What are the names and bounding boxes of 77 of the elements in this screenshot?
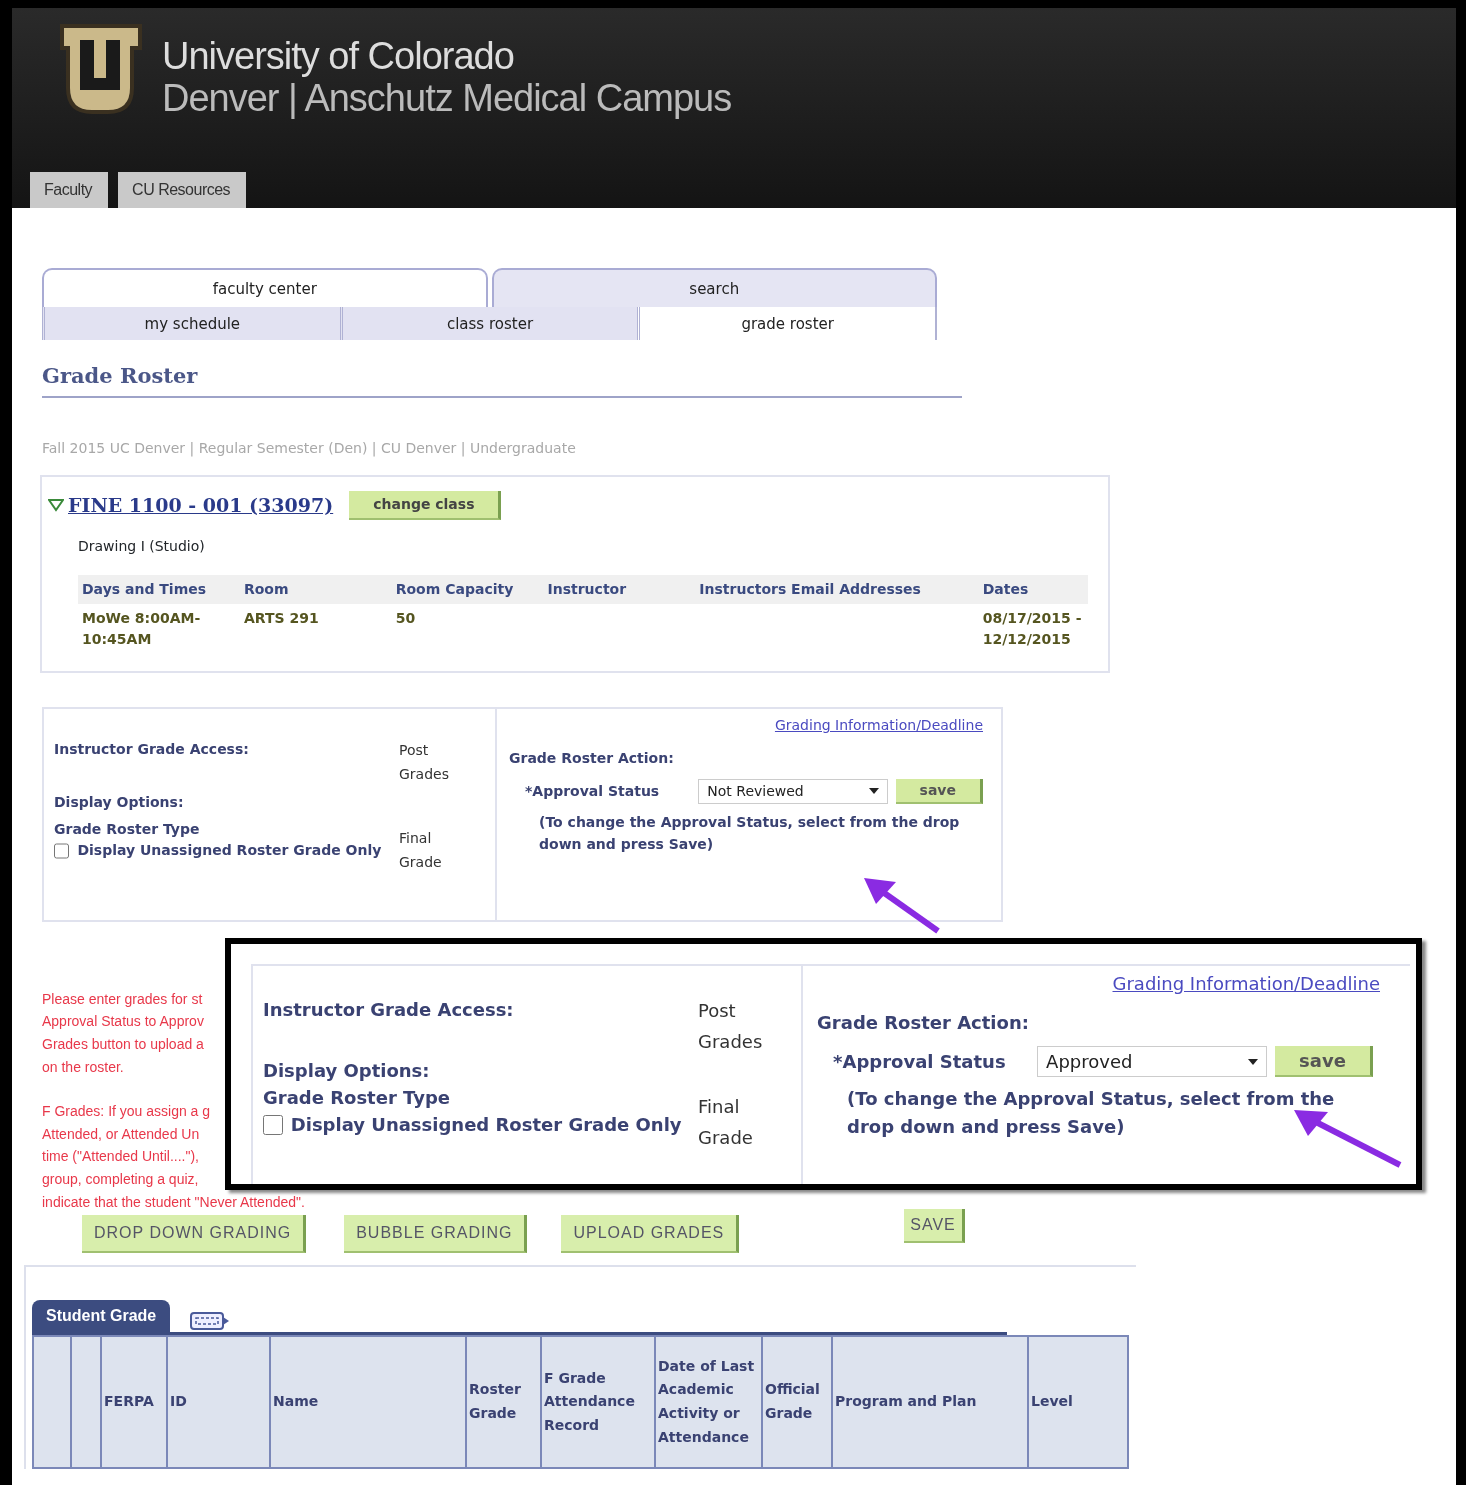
column-header: Instructors Email Addresses — [695, 574, 979, 604]
checkbox-label: Display Unassigned Roster Grade Only — [77, 841, 382, 861]
tab[interactable]: faculty center — [42, 268, 488, 307]
instruction-text: Attended, or Attended Un — [42, 1124, 200, 1144]
instruction-text: Grades button to upload a — [42, 1035, 204, 1055]
instruction-text: group, completing a quiz, — [42, 1170, 199, 1190]
column-header: Dates — [978, 574, 1088, 604]
save-button[interactable]: save — [895, 778, 983, 804]
instruction-text: F Grades: If you assign a g — [42, 1102, 211, 1122]
class-link[interactable]: FINE 1100 - 001 (33097) — [68, 490, 334, 520]
grid-view-icon[interactable] — [190, 1310, 231, 1333]
column-header: Roster Grade — [469, 1381, 521, 1422]
column-header: FERPA — [104, 1393, 154, 1410]
column-header: Instructor — [543, 574, 696, 604]
expand-triangle-icon[interactable] — [48, 498, 64, 512]
grading-button[interactable]: DROP DOWN GRADING — [82, 1215, 307, 1254]
table-cell-text: 08/17/2015 - 12/12/2015 — [982, 608, 1083, 650]
nav-tab[interactable]: Faculty — [30, 172, 109, 208]
change-class-button[interactable]: change class — [349, 490, 502, 520]
save-button[interactable]: save — [1275, 1046, 1373, 1077]
table-cell: MoWe 8:00AM-10:45AM — [82, 609, 201, 648]
column-header: Name — [273, 1393, 319, 1410]
info-link[interactable]: Grading Information/Deadline — [509, 714, 983, 736]
column-header: ID — [170, 1393, 187, 1410]
approval-status-label: *Approval Status — [525, 781, 661, 801]
action-label: Grade Roster Action: — [509, 748, 675, 768]
roster-type-value: Final Grade — [698, 1095, 754, 1150]
roster-type-value: Final Grade — [399, 829, 443, 873]
column-header: Days and Times — [78, 574, 240, 604]
access-value: Post Grades — [399, 740, 450, 784]
site-title: University of Colorado — [162, 36, 515, 78]
tab[interactable]: search — [491, 268, 937, 307]
grading-button[interactable]: UPLOAD GRADES — [561, 1215, 740, 1254]
checkbox[interactable] — [54, 843, 70, 859]
info-link[interactable]: Grading Information/Deadline — [817, 970, 1380, 997]
instruction-text: Please enter grades for st — [42, 989, 203, 1009]
class-description: Drawing I (Studio) — [78, 536, 206, 556]
display-options-label: Display Options: — [263, 1059, 431, 1084]
roster-type-label: Grade Roster Type — [54, 820, 201, 840]
checkbox[interactable] — [263, 1114, 283, 1135]
instruction-text: on the roster. — [42, 1057, 124, 1077]
instruction-text: Approval Status to Approv — [42, 1012, 204, 1032]
save-button[interactable]: SAVE — [904, 1209, 965, 1244]
caret-icon — [1248, 1058, 1259, 1065]
table-cell: ARTS 291 — [243, 609, 319, 626]
approval-status-dropdown[interactable]: Not Reviewed — [698, 778, 888, 804]
checkbox-label: Display Unassigned Roster Grade Only — [290, 1113, 682, 1138]
display-options-label: Display Options: — [54, 793, 185, 813]
action-label: Grade Roster Action: — [817, 1011, 1030, 1035]
nav-tab[interactable]: CU Resources — [118, 172, 247, 208]
tab[interactable]: grade roster — [637, 306, 937, 340]
grid-tab[interactable]: Student Grade — [32, 1300, 171, 1333]
caret-icon — [868, 788, 879, 795]
column-header: Room — [239, 574, 392, 604]
site-subtitle: Denver | Anschutz Medical Campus — [162, 77, 732, 120]
page-title: Grade Roster — [42, 340, 962, 398]
column-header: F Grade Attendance Record — [544, 1369, 635, 1434]
column-header: Level — [1031, 1393, 1073, 1410]
tab[interactable]: class roster — [339, 306, 638, 340]
table-cell: 50 — [395, 609, 416, 626]
term-info: Fall 2015 UC Denver | Regular Semester (Den) | CU Denver | Undergraduate — [42, 438, 577, 459]
access-label: Instructor Grade Access: — [54, 739, 250, 759]
approval-status-dropdown[interactable]: Approved — [1037, 1046, 1268, 1077]
instruction-text: time ("Attended Until...."), — [42, 1147, 199, 1167]
approval-status-label: *Approval Status — [833, 1050, 1007, 1074]
hint-text: (To change the Approval Status, select from the drop down and press Save) — [539, 812, 961, 854]
column-header: Official Grade — [765, 1381, 820, 1422]
roster-type-label: Grade Roster Type — [263, 1086, 452, 1111]
tab[interactable]: my schedule — [42, 306, 340, 340]
instruction-text: indicate that the student "Never Attended". — [42, 1192, 305, 1212]
column-header: Program and Plan — [835, 1393, 977, 1410]
hint-text: (To change the Approval Status, select from the drop down and press Save) — [847, 1087, 1336, 1139]
access-label: Instructor Grade Access: — [263, 998, 515, 1022]
access-value: Post Grades — [698, 999, 764, 1054]
column-header: Date of Last Academic Activity or Attendance — [658, 1357, 755, 1445]
column-header: Room Capacity — [391, 574, 544, 604]
grading-button[interactable]: BUBBLE GRADING — [344, 1215, 528, 1254]
